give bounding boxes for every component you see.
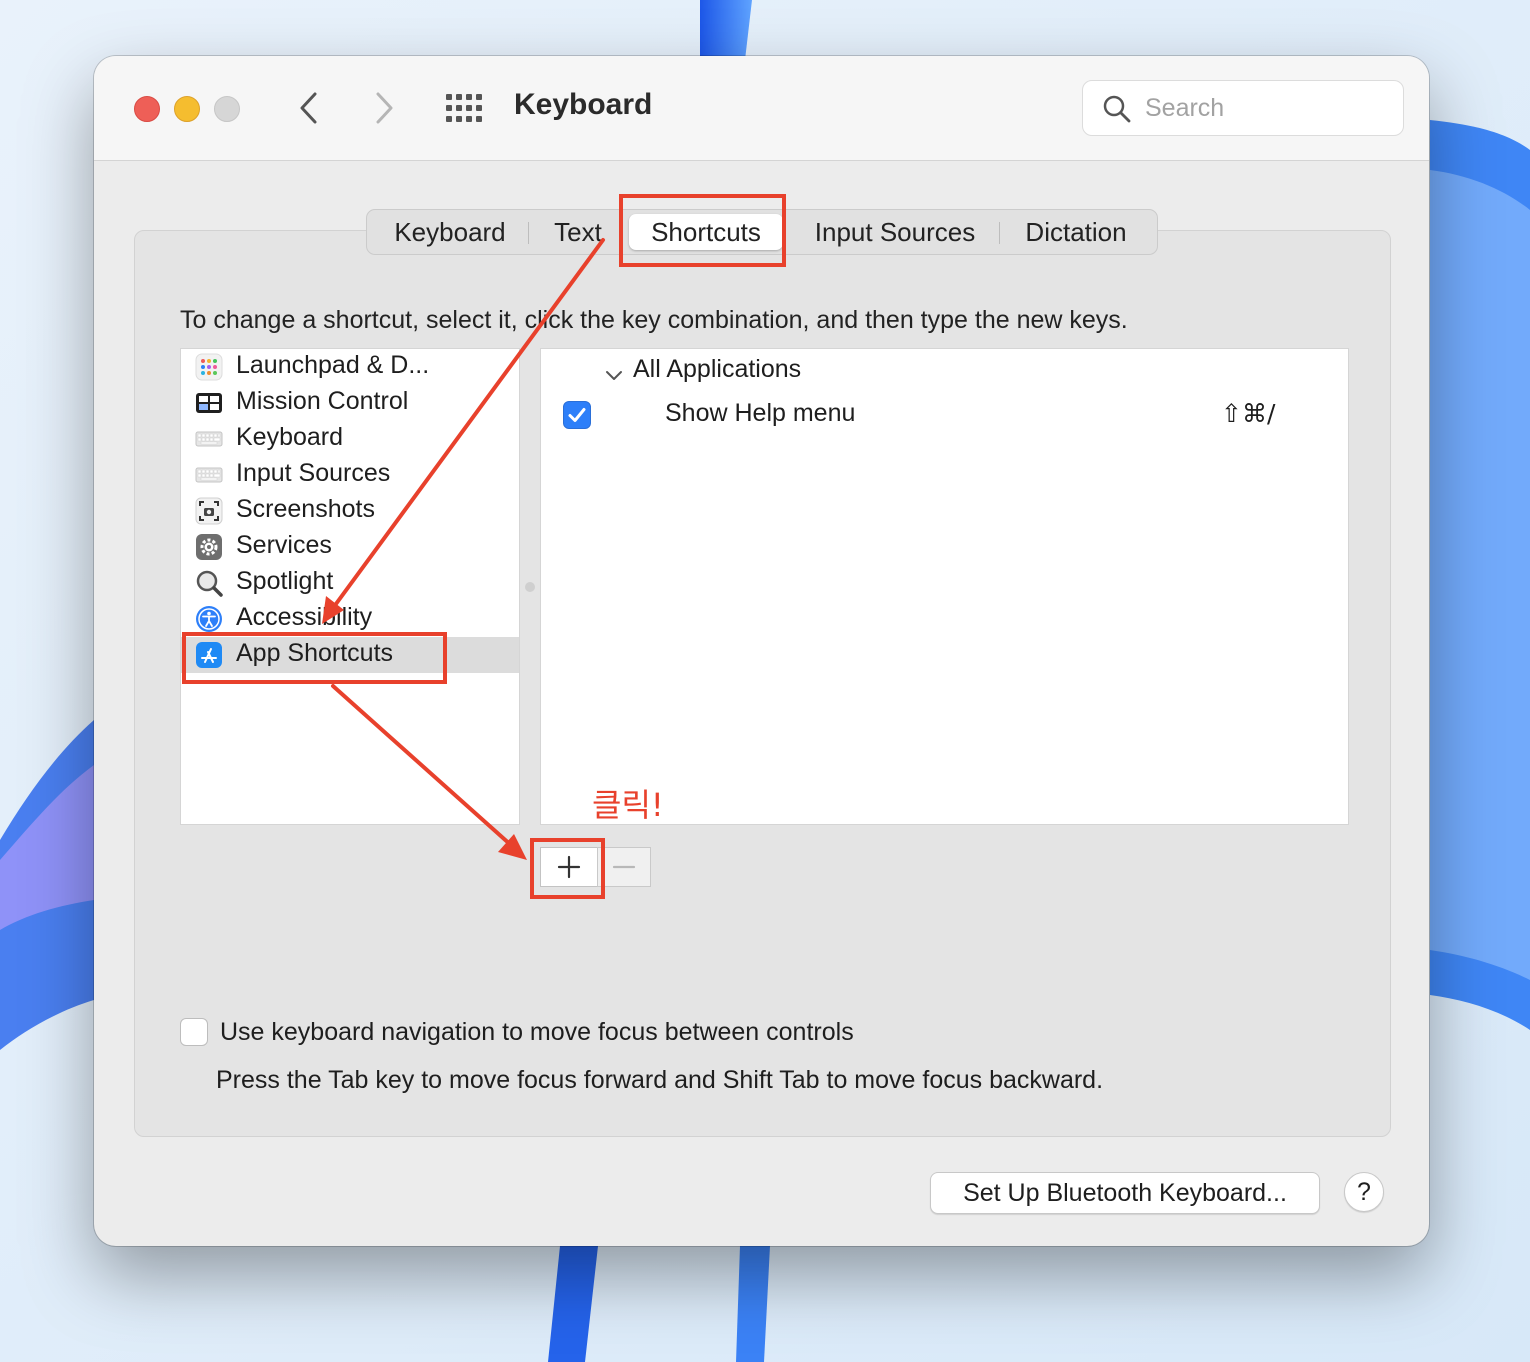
category-label: Keyboard (236, 423, 344, 451)
input-sources-icon (195, 467, 223, 483)
category-item-screenshots[interactable]: Screenshots (181, 493, 519, 529)
category-item-spotlight[interactable]: Spotlight (181, 565, 519, 601)
tab-input-sources[interactable]: Input Sources (795, 214, 995, 250)
tab-divider (999, 222, 1000, 244)
category-item-keyboard[interactable]: Keyboard (181, 421, 519, 457)
services-gear-icon (196, 534, 222, 560)
chevron-down-icon[interactable] (605, 369, 623, 381)
search-input[interactable] (1143, 90, 1387, 126)
shortcut-key-combination[interactable]: ⇧⌘/ (1221, 399, 1275, 428)
annotation-highlight-shortcuts-tab (619, 194, 786, 267)
shortcut-list[interactable]: All Applications Show Help menu ⇧⌘/ (540, 348, 1349, 825)
category-label: Services (236, 531, 332, 559)
group-label-all-applications: All Applications (633, 355, 802, 383)
keyboard-navigation-checkbox[interactable] (180, 1018, 208, 1046)
annotation-highlight-app-shortcuts (182, 632, 447, 684)
category-item-mission-control[interactable]: Mission Control (181, 385, 519, 421)
tab-divider (528, 222, 529, 244)
launchpad-icon (195, 353, 223, 381)
screenshots-icon (195, 497, 223, 525)
show-help-menu-checkbox[interactable] (563, 401, 591, 429)
shortcut-category-list[interactable]: Launchpad & D... Mission Control Keyboar… (180, 348, 520, 825)
category-label: Launchpad & D... (236, 351, 430, 379)
set-up-bluetooth-keyboard-button[interactable]: Set Up Bluetooth Keyboard... (930, 1172, 1320, 1214)
checkmark-icon (568, 408, 586, 422)
tab-text[interactable]: Text (533, 214, 623, 250)
category-label: Mission Control (236, 387, 409, 415)
tab-keyboard[interactable]: Keyboard (375, 214, 525, 250)
search-icon (1103, 95, 1131, 123)
mission-control-icon (196, 393, 222, 413)
keyboard-icon (195, 431, 223, 447)
accessibility-icon (196, 606, 222, 632)
search-field[interactable] (1082, 80, 1404, 136)
split-view-divider-handle[interactable] (525, 582, 535, 592)
shortcut-instruction: To change a shortcut, select it, click t… (180, 306, 1128, 334)
show-all-grid-icon[interactable] (444, 92, 484, 124)
back-chevron-icon[interactable] (294, 90, 324, 126)
keyboard-navigation-hint: Press the Tab key to move focus forward … (216, 1066, 1104, 1094)
category-item-input-sources[interactable]: Input Sources (181, 457, 519, 493)
spotlight-magnifier-icon (196, 570, 223, 597)
window-title: Keyboard (514, 88, 653, 121)
category-label: Input Sources (236, 459, 391, 487)
category-label: Spotlight (236, 567, 334, 595)
annotation-click-label: 클릭! (592, 786, 664, 824)
minus-icon (612, 865, 636, 869)
remove-shortcut-button[interactable] (597, 847, 651, 887)
keyboard-navigation-label[interactable]: Use keyboard navigation to move focus be… (220, 1018, 854, 1047)
close-window-button[interactable] (134, 96, 160, 122)
annotation-highlight-add-button (530, 838, 605, 899)
forward-chevron-icon[interactable] (369, 90, 399, 126)
tab-dictation[interactable]: Dictation (1005, 214, 1147, 250)
category-label: Screenshots (236, 495, 375, 523)
zoom-window-button[interactable] (214, 96, 240, 122)
shortcut-label[interactable]: Show Help menu (665, 399, 855, 428)
category-label: Accessibility (236, 603, 373, 631)
help-button[interactable]: ? (1344, 1172, 1384, 1212)
category-item-services[interactable]: Services (181, 529, 519, 565)
minimize-window-button[interactable] (174, 96, 200, 122)
title-bar: Keyboard (94, 56, 1429, 161)
category-item-launchpad[interactable]: Launchpad & D... (181, 349, 519, 385)
